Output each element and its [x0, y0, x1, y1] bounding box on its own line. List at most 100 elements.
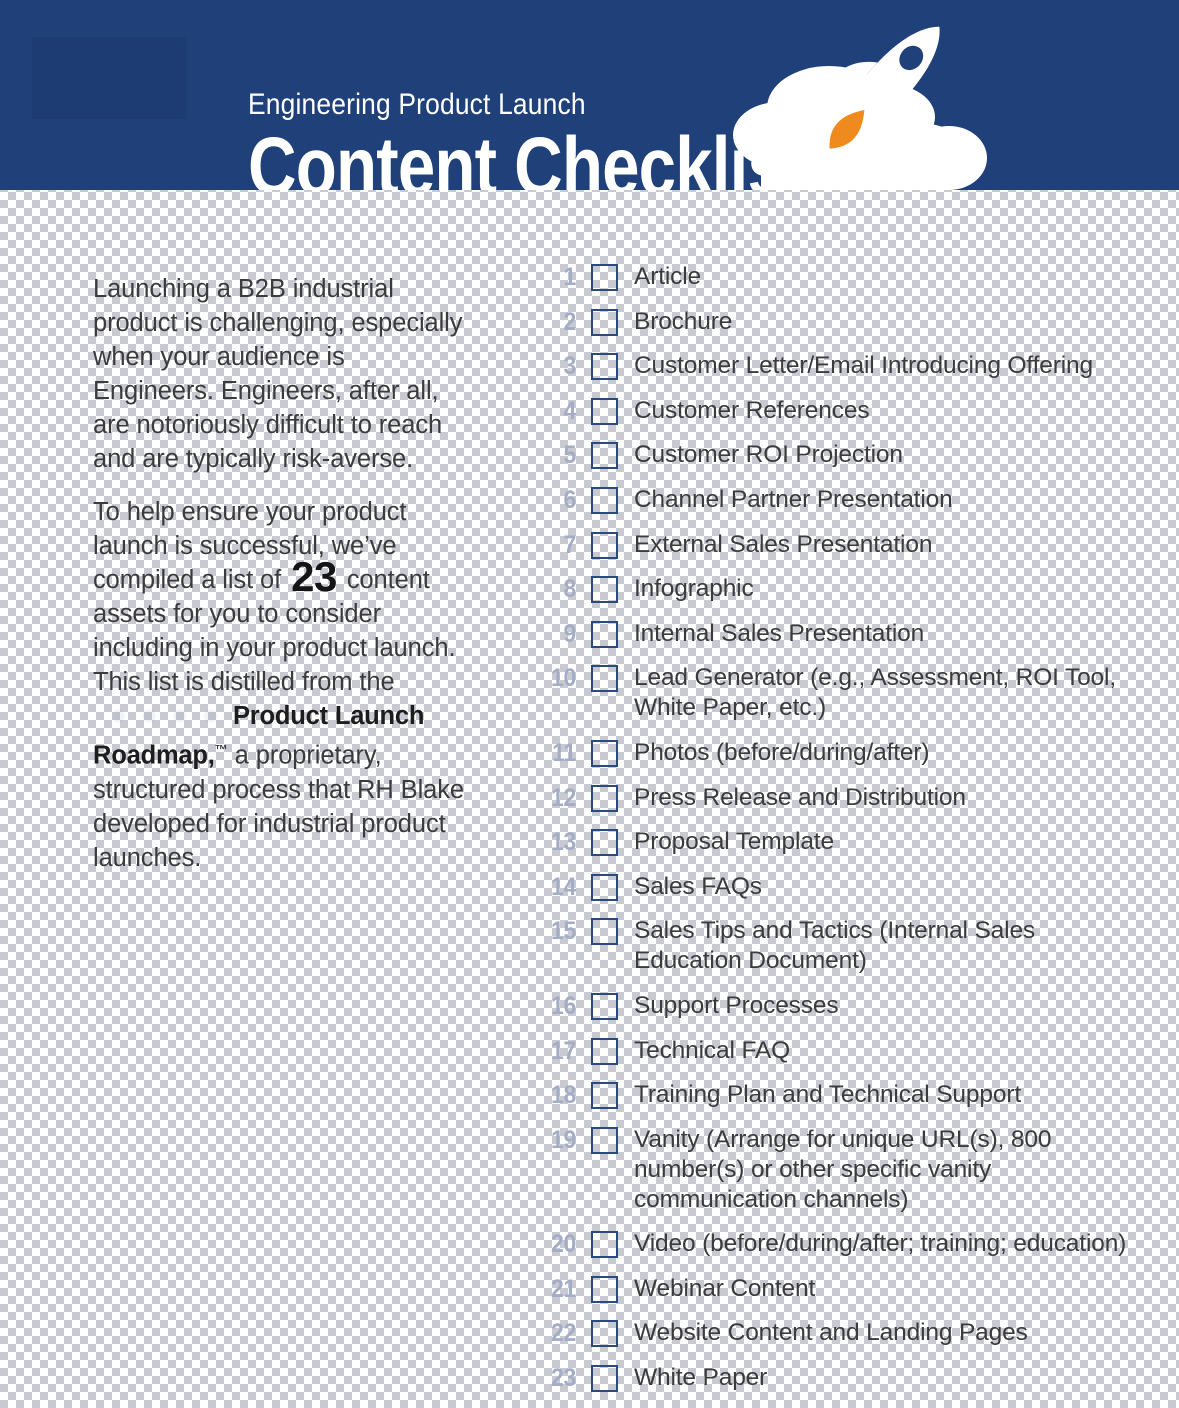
checkbox-icon[interactable] — [591, 576, 618, 604]
checkbox-icon[interactable] — [591, 829, 618, 857]
checklist-row[interactable]: 14 Sales FAQs — [536, 872, 1136, 902]
checklist-item-number: 19 — [550, 1125, 576, 1154]
checklist-item-label: Webinar Content — [634, 1274, 816, 1302]
page-header: Engineering Product Launch Content Check… — [0, 0, 1179, 190]
checklist-item-label: Customer ROI Projection — [634, 441, 903, 469]
checklist-item-label: Infographic — [634, 575, 754, 603]
checklist-item-label: Brochure — [634, 307, 733, 335]
checkbox-icon[interactable] — [591, 739, 618, 767]
checklist-item-label: Support Processes — [634, 991, 839, 1019]
page-body: Launching a B2B industrial product is ch… — [0, 190, 1179, 1393]
checklist-item-label: Channel Partner Presentation — [634, 485, 953, 513]
checklist-item-number: 9 — [563, 619, 576, 648]
checklist-item-number: 20 — [550, 1230, 576, 1259]
rocket-illustration — [733, 26, 987, 190]
trademark-symbol: ™ — [214, 742, 228, 757]
checklist-row[interactable]: 3 Customer Letter/Email Introducing Offer… — [536, 351, 1136, 381]
checkbox-icon[interactable] — [591, 531, 618, 559]
checkbox-icon[interactable] — [591, 308, 618, 336]
header-logo-plate — [32, 37, 187, 119]
checklist-row[interactable]: 1 Article — [536, 262, 1136, 292]
checkbox-icon[interactable] — [591, 918, 618, 946]
checklist-item-number: 7 — [563, 530, 576, 559]
checklist-row[interactable]: 17 Technical FAQ — [536, 1036, 1136, 1066]
checklist-item-label: Vanity (Arrange for unique URL(s), 800 n… — [634, 1125, 1052, 1213]
checklist-item-number: 14 — [550, 872, 576, 901]
checklist-item-label: Photos (before/during/after) — [634, 738, 930, 766]
checklist-item-number: 3 — [563, 352, 576, 381]
checklist-row[interactable]: 6 Channel Partner Presentation — [536, 485, 1136, 515]
checklist-row[interactable]: 12 Press Release and Distribution — [536, 783, 1136, 813]
checklist-item-label: Technical FAQ — [634, 1036, 791, 1064]
checkbox-icon[interactable] — [591, 1037, 618, 1065]
checklist-row[interactable]: 7 External Sales Presentation — [536, 530, 1136, 560]
intro-column: Launching a B2B industrial product is ch… — [93, 272, 465, 875]
checkbox-icon[interactable] — [591, 665, 618, 693]
checklist-item-number: 18 — [550, 1081, 576, 1110]
checklist-row[interactable]: 13 Proposal Template — [536, 827, 1136, 857]
checklist-item-number: 6 — [563, 485, 576, 514]
checklist-row[interactable]: 5 Customer ROI Projection — [536, 440, 1136, 470]
checklist-item-label: Customer Letter/Email Introducing Offeri… — [634, 352, 1093, 380]
checklist-item-number: 16 — [550, 991, 576, 1020]
checklist-item-label: Lead Generator (e.g., Assessment, ROI To… — [634, 664, 1116, 722]
intro-paragraph-1: Launching a B2B industrial product is ch… — [93, 275, 463, 473]
checklist-row[interactable]: 16 Support Processes — [536, 991, 1136, 1021]
checklist-item-label: Proposal Template — [634, 828, 834, 856]
checklist-row[interactable]: 18 Training Plan and Technical Support — [536, 1080, 1136, 1110]
checkbox-icon[interactable] — [591, 442, 618, 470]
checklist-row[interactable]: 22 Website Content and Landing Pages — [536, 1318, 1136, 1348]
checklist-item-number: 17 — [550, 1036, 576, 1065]
asset-count: 23 — [291, 553, 337, 600]
rh-blake-watermark-logo — [93, 705, 233, 727]
checkbox-icon[interactable] — [591, 1126, 618, 1154]
checkbox-icon[interactable] — [591, 397, 618, 425]
checklist-row[interactable]: 4 Customer References — [536, 396, 1136, 426]
checkbox-icon[interactable] — [591, 1082, 618, 1110]
checklist-item-label: Customer References — [634, 396, 870, 424]
checkbox-icon[interactable] — [591, 1231, 618, 1259]
checklist-row[interactable]: 23 White Paper — [536, 1363, 1136, 1393]
checklist-row[interactable]: 2 Brochure — [536, 307, 1136, 337]
checklist-item-number: 4 — [563, 396, 576, 425]
checklist-item-number: 21 — [550, 1274, 576, 1303]
checkbox-icon[interactable] — [591, 992, 618, 1020]
checklist-item-label: Internal Sales Presentation — [634, 619, 925, 647]
checkbox-icon[interactable] — [591, 353, 618, 381]
checklist-item-label: Website Content and Landing Pages — [634, 1319, 1028, 1347]
checklist-item-number: 23 — [550, 1364, 576, 1393]
checklist-item-number: 12 — [550, 783, 576, 812]
checklist-item-label: White Paper — [634, 1364, 768, 1392]
checklist-item-label: Video (before/during/after; training; ed… — [634, 1230, 1127, 1258]
checklist-row[interactable]: 19 Vanity (Arrange for unique URL(s), 800… — [536, 1125, 1136, 1215]
checkbox-icon[interactable] — [591, 620, 618, 648]
checklist-item-number: 22 — [550, 1319, 576, 1348]
checkbox-icon[interactable] — [591, 1275, 618, 1303]
checklist-item-number: 5 — [563, 441, 576, 470]
checklist-item-number: 11 — [552, 738, 576, 767]
checklist-item-label: Sales Tips and Tactics (Internal Sales E… — [634, 917, 1036, 975]
checklist-item-label: Training Plan and Technical Support — [634, 1081, 1022, 1109]
content-checklist: 1 Article 2 Brochure 3 Customer Letter/Email … — [536, 262, 1136, 1408]
checklist-item-label: Sales FAQs — [634, 872, 762, 900]
checklist-item-number: 10 — [550, 664, 576, 693]
checklist-item-number: 8 — [563, 575, 576, 604]
checklist-row[interactable]: 9 Internal Sales Presentation — [536, 619, 1136, 649]
checklist-row[interactable]: 11 Photos (before/during/after) — [536, 738, 1136, 768]
checkbox-icon[interactable] — [591, 1320, 618, 1348]
checklist-item-label: Press Release and Distribution — [634, 783, 966, 811]
checklist-row[interactable]: 21 Webinar Content — [536, 1274, 1136, 1304]
checkbox-icon[interactable] — [591, 873, 618, 901]
checkbox-icon[interactable] — [591, 1365, 618, 1393]
checklist-row[interactable]: 8 Infographic — [536, 574, 1136, 604]
checklist-row[interactable]: 15 Sales Tips and Tactics (Internal Sales… — [536, 916, 1136, 976]
checkbox-icon[interactable] — [591, 486, 618, 514]
checklist-item-label: External Sales Presentation — [634, 530, 933, 558]
checklist-item-number: 15 — [550, 917, 576, 946]
checklist-item-number: 2 — [563, 307, 576, 336]
checkbox-icon[interactable] — [591, 264, 618, 291]
checkbox-icon[interactable] — [591, 784, 618, 812]
checklist-row[interactable]: 20 Video (before/during/after; training; … — [536, 1229, 1136, 1259]
checklist-item-number: 13 — [550, 828, 576, 857]
checklist-row[interactable]: 10 Lead Generator (e.g., Assessment, ROI … — [536, 663, 1136, 723]
